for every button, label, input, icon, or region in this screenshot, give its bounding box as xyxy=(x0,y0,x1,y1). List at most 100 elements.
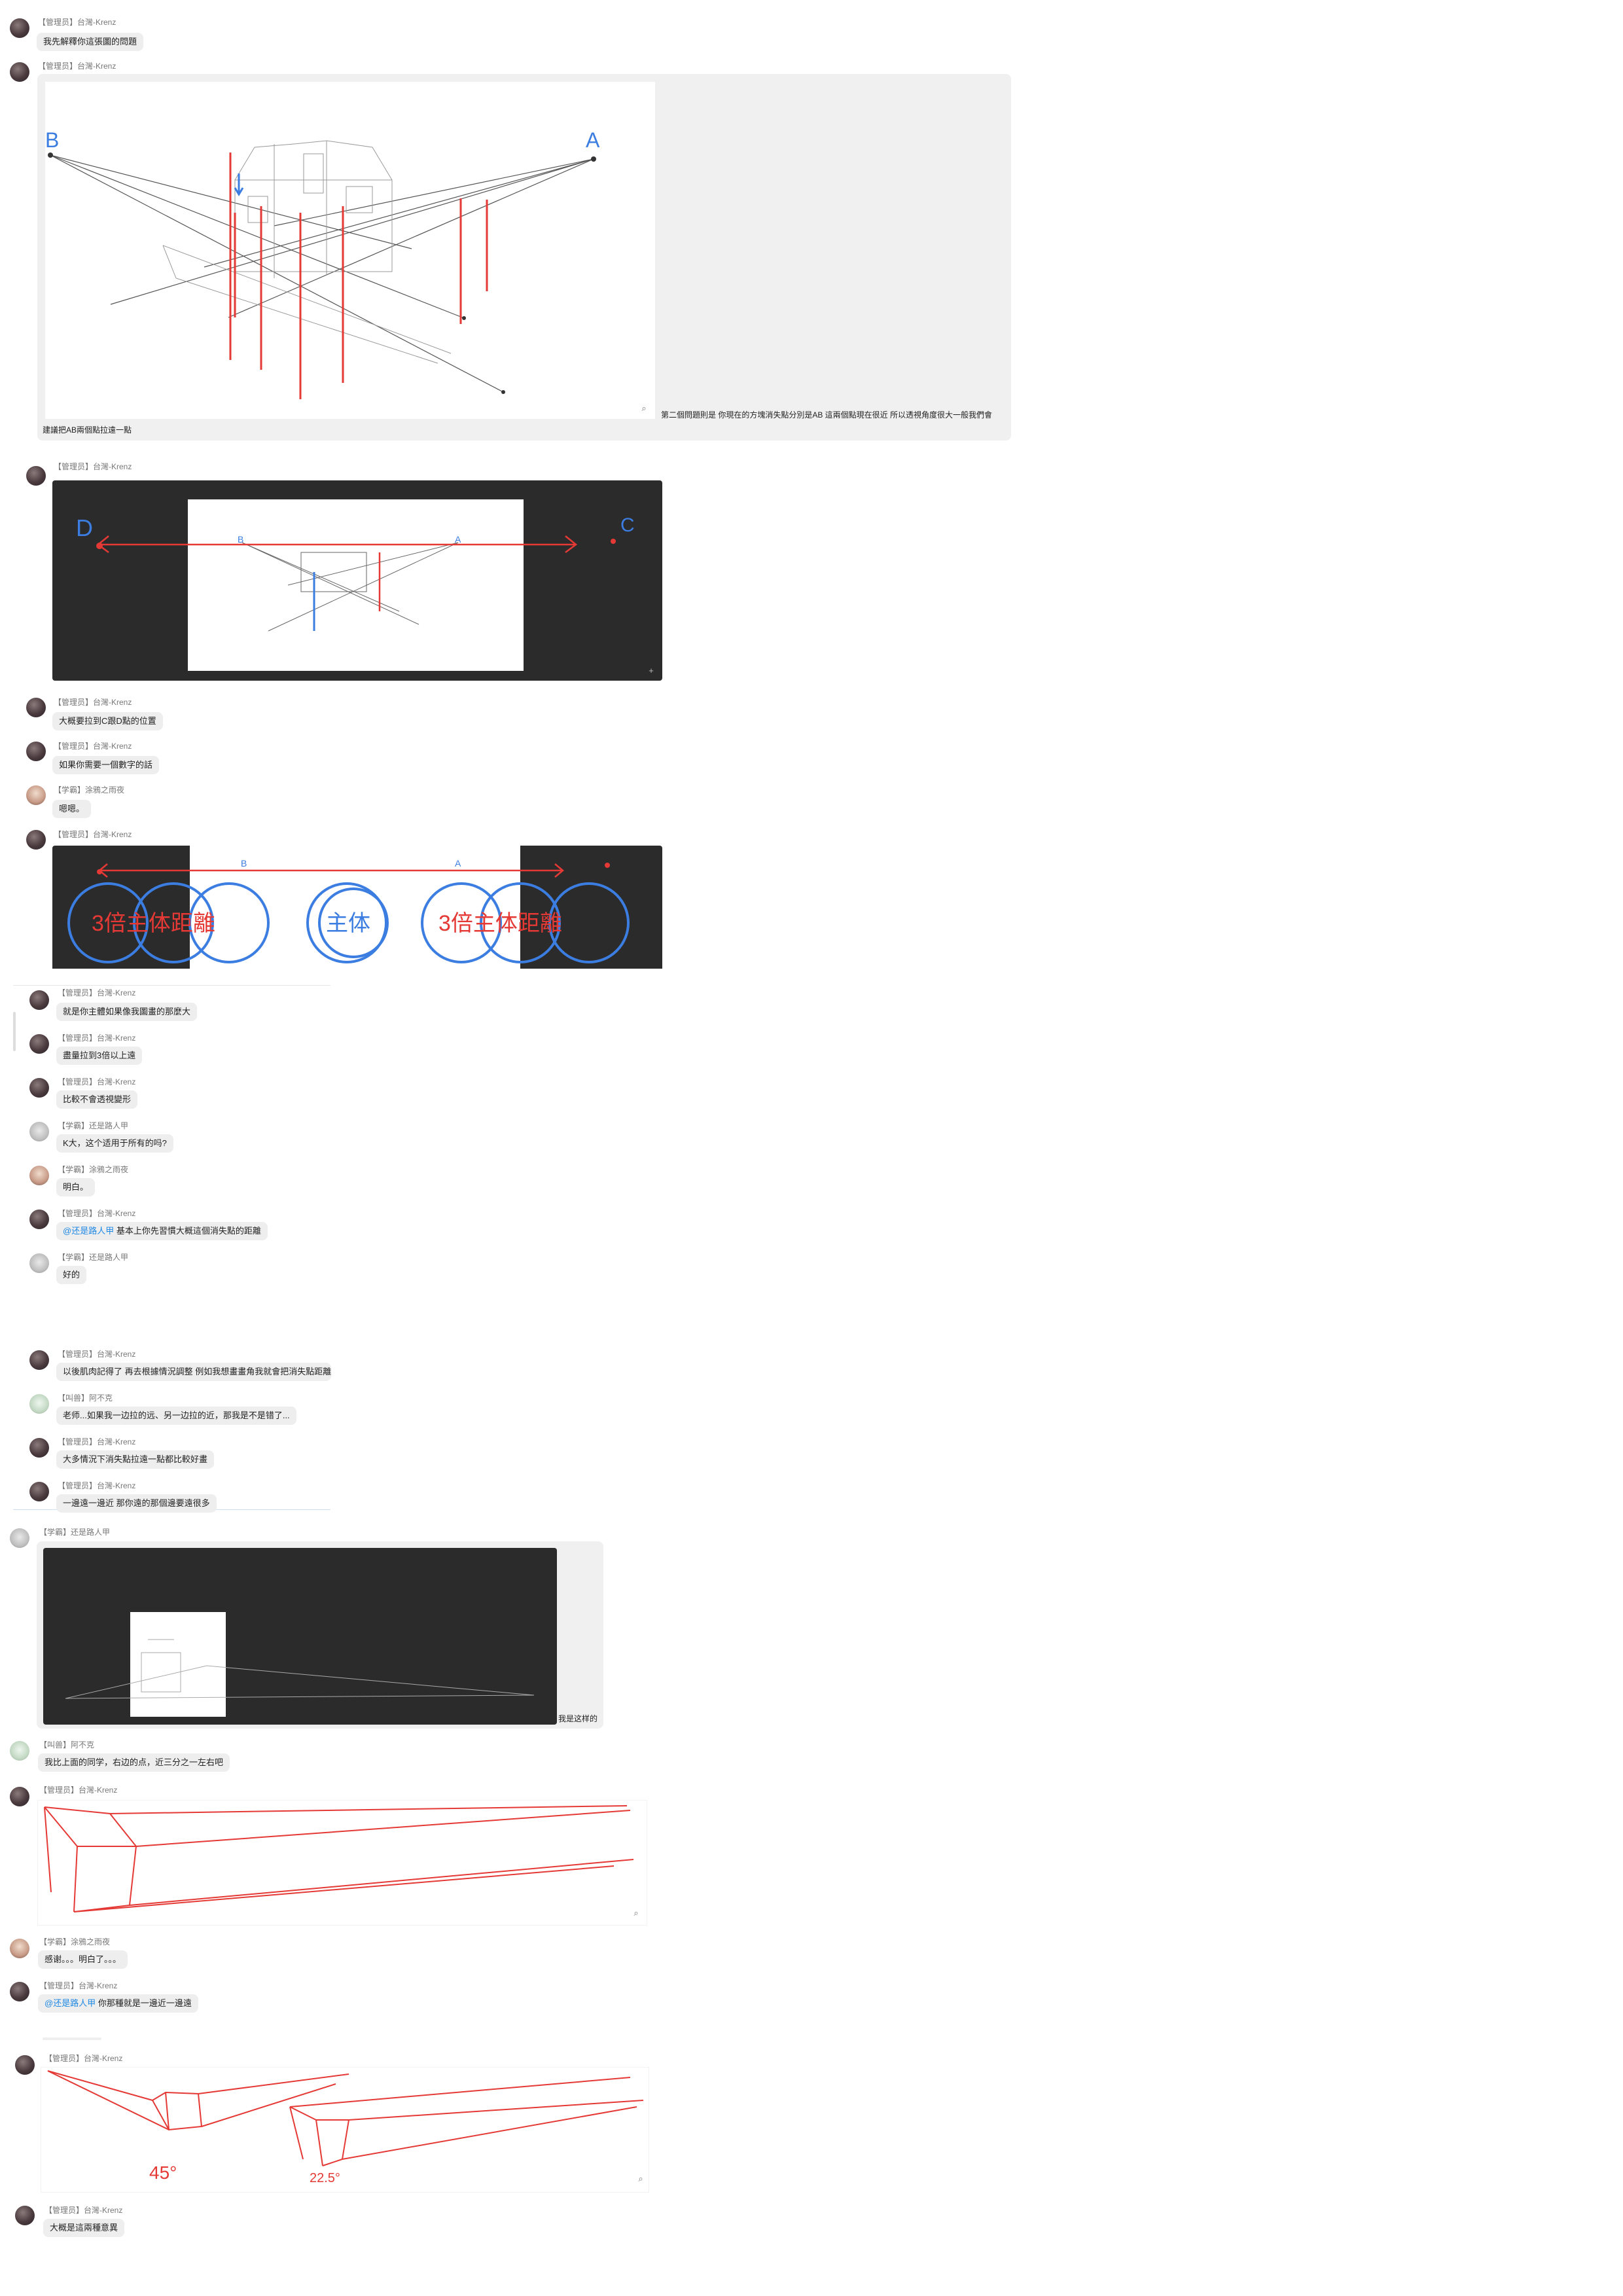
message-bubble: @还是路人甲 你那種就是一邊近一邊遠 xyxy=(38,1994,198,2013)
image-caption: 建議把AB兩個點拉遠一點 xyxy=(43,425,132,435)
point-a-label: A xyxy=(455,534,461,545)
sender-name: 【叫兽】阿不克 xyxy=(39,1740,95,1749)
avatar[interactable] xyxy=(29,1438,49,1458)
avatar[interactable] xyxy=(15,2055,35,2075)
message-bubble: 感谢。。。明白了。。。 xyxy=(38,1950,128,1969)
avatar[interactable] xyxy=(10,1939,29,1958)
point-b-label: B xyxy=(241,858,247,869)
avatar[interactable] xyxy=(29,990,49,1010)
sender-name: 【管理员】台灣-Krenz xyxy=(58,1209,136,1218)
avatar[interactable] xyxy=(10,62,29,82)
sender-name: 【管理员】台灣-Krenz xyxy=(45,2206,123,2215)
message-bubble: 盡量拉到3倍以上遠 xyxy=(56,1047,143,1065)
distance-circles-sketch: 3倍主体距離 主体 3倍主体距離 B A xyxy=(67,858,630,963)
avatar[interactable] xyxy=(29,1122,49,1141)
message-bubble: 就是你主體如果像我圖畫的那麼大 xyxy=(56,1003,198,1021)
angle-22-5-label: 22.5° xyxy=(310,2171,340,2185)
angle-comparison-sketch: 45° 22.5° xyxy=(47,2070,644,2185)
sender-name: 【管理员】台灣-Krenz xyxy=(54,462,132,471)
sender-name: 【学霸】涂鴉之雨夜 xyxy=(58,1165,129,1174)
avatar[interactable] xyxy=(10,1528,29,1548)
avatar[interactable] xyxy=(29,1210,49,1229)
sender-name: 【学霸】还是路人甲 xyxy=(58,1253,129,1262)
message-bubble: 我先解釋你這張圖的問題 xyxy=(37,33,144,51)
sender-name: 【管理员】台灣-Krenz xyxy=(58,1033,136,1043)
sender-name: 【管理员】台灣-Krenz xyxy=(39,1785,118,1795)
point-d-label: D xyxy=(76,514,93,541)
side-message: 我是这样的 xyxy=(558,1714,598,1723)
expand-icon[interactable]: + xyxy=(647,666,656,675)
avatar[interactable] xyxy=(26,830,46,850)
sketch-image[interactable]: 3倍主体距離 主体 3倍主体距離 B A xyxy=(52,846,662,969)
avatar[interactable] xyxy=(29,1350,49,1370)
magnifier-icon[interactable]: ⌕ xyxy=(639,404,649,413)
message-bubble: 比較不會透視變形 xyxy=(56,1090,138,1109)
avatar[interactable] xyxy=(26,698,46,717)
message-bubble: 如果你需要一個數字的話 xyxy=(52,756,160,774)
sender-name: 【管理员】台灣-Krenz xyxy=(39,1981,118,1990)
sender-name: 【管理员】台灣-Krenz xyxy=(58,1437,136,1446)
triple-distance-left-label: 3倍主体距離 xyxy=(92,911,215,936)
avatar[interactable] xyxy=(29,1482,49,1501)
sender-name: 【管理员】台灣-Krenz xyxy=(38,18,116,27)
house-perspective-sketch: B A xyxy=(45,128,600,399)
sender-name: 【学霸】涂鴉之雨夜 xyxy=(54,785,125,795)
message-bubble: 大概要拉到C跟D點的位置 xyxy=(52,712,163,730)
sketch-image[interactable] xyxy=(43,1548,557,1725)
avatar[interactable] xyxy=(29,1078,49,1098)
message-bubble: 明白。 xyxy=(56,1178,96,1196)
triple-distance-right-label: 3倍主体距離 xyxy=(438,911,562,936)
sketch-image[interactable]: 45° 22.5° xyxy=(41,2067,649,2193)
point-b-label: B xyxy=(45,128,59,152)
beam-perspective-sketch xyxy=(44,1805,634,1912)
angle-45-label: 45° xyxy=(149,2162,177,2183)
avatar[interactable] xyxy=(10,18,29,38)
sender-name: 【管理员】台灣-Krenz xyxy=(58,1077,136,1086)
sketch-image[interactable]: B A xyxy=(45,82,655,419)
divider xyxy=(43,2037,101,2040)
sender-name: 【学霸】还是路人甲 xyxy=(58,1121,129,1130)
sender-name: 【管理员】台灣-Krenz xyxy=(54,698,132,707)
avatar[interactable] xyxy=(29,1394,49,1414)
sender-name: 【学霸】还是路人甲 xyxy=(39,1528,111,1537)
avatar[interactable] xyxy=(29,1253,49,1273)
sender-name: 【管理员】台灣-Krenz xyxy=(38,62,116,71)
point-b-label: B xyxy=(238,534,243,545)
message-bubble: 以後肌肉記得了 再去根據情況調整 例如我想畫畫角我就會把消失點距離拉近 xyxy=(56,1363,331,1381)
magnifier-icon[interactable]: ⌕ xyxy=(632,1909,641,1918)
subject-label: 主体 xyxy=(326,911,370,936)
point-a-label: A xyxy=(586,128,600,152)
avatar[interactable] xyxy=(26,466,46,486)
message-bubble: 嗯嗯。 xyxy=(52,800,92,818)
user-mention[interactable]: @还是路人甲 xyxy=(45,1998,96,2008)
message-bubble: 大概是這兩種意異 xyxy=(43,2219,125,2237)
message-bubble: @还是路人甲 基本上你先習慣大概這個消失點的距離 xyxy=(56,1222,268,1240)
message-bubble: K大，这个适用于所有的吗? xyxy=(56,1134,173,1153)
point-c-label: C xyxy=(620,514,635,536)
sender-name: 【管理员】台灣-Krenz xyxy=(58,1481,136,1490)
avatar[interactable] xyxy=(10,1787,29,1806)
sender-name: 【管理员】台灣-Krenz xyxy=(45,2054,123,2063)
avatar[interactable] xyxy=(10,1741,29,1761)
avatar[interactable] xyxy=(10,1982,29,2001)
sender-name: 【管理员】台灣-Krenz xyxy=(58,988,136,997)
message-bubble: 好的 xyxy=(56,1266,87,1284)
avatar[interactable] xyxy=(26,742,46,761)
user-mention[interactable]: @还是路人甲 xyxy=(63,1226,114,1236)
scrollbar[interactable] xyxy=(13,1012,16,1051)
magnifier-icon[interactable]: ⌕ xyxy=(636,2174,645,2183)
message-text: 你那種就是一邊近一邊遠 xyxy=(96,1998,192,2008)
avatar[interactable] xyxy=(29,1166,49,1185)
message-bubble: 老师...如果我一边拉的远、另一边拉的近，那我是不是错了... xyxy=(56,1407,296,1425)
point-a-label: A xyxy=(455,858,461,869)
vanishing-point-sketch: D C B A xyxy=(76,514,635,632)
avatar[interactable] xyxy=(26,785,46,805)
message-bubble: 我比上面的同学，右边的点，近三分之一左右吧 xyxy=(38,1753,230,1772)
sketch-image[interactable]: D C B A + xyxy=(52,480,662,681)
sketch-image[interactable] xyxy=(37,1800,647,1926)
avatar[interactable] xyxy=(15,2206,35,2225)
message-text: 基本上你先習慣大概這個消失點的距離 xyxy=(114,1226,261,1236)
message-bubble: 大多情況下消失點拉遠一點都比較好畫 xyxy=(56,1450,215,1469)
avatar[interactable] xyxy=(29,1034,49,1054)
sender-name: 【管理员】台灣-Krenz xyxy=(54,742,132,751)
